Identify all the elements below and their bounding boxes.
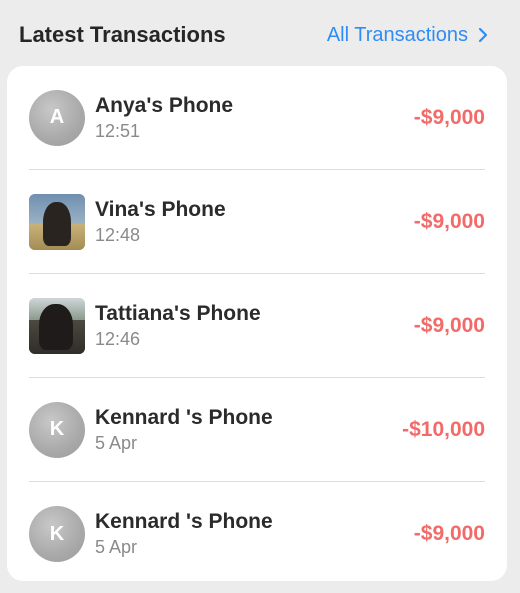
all-transactions-label: All Transactions: [326, 23, 468, 46]
avatar-photo: [29, 297, 85, 354]
transaction-name: Kennard 's Phone: [95, 510, 273, 533]
transaction-amount: -$9,000: [413, 209, 485, 233]
transactions-card: A Anya's Phone 12:51 -$9,000 Vina's Phon…: [7, 66, 507, 581]
transaction-amount: -$9,000: [413, 105, 485, 129]
transaction-info: Kennard 's Phone 5 Apr: [95, 509, 414, 559]
transaction-time: 12:46: [95, 328, 141, 349]
avatar: A: [29, 89, 85, 146]
transaction-row[interactable]: Vina's Phone 12:48 -$9,000: [29, 170, 485, 274]
transaction-row[interactable]: K Kennard 's Phone 5 Apr -$9,000: [29, 482, 485, 586]
transaction-amount: -$9,000: [413, 313, 485, 337]
transaction-time: 5 Apr: [95, 432, 138, 453]
transaction-name: Anya's Phone: [95, 93, 234, 117]
transaction-row[interactable]: A Anya's Phone 12:51 -$9,000: [29, 66, 485, 170]
transaction-time: 12:48: [95, 224, 141, 245]
transaction-name: Vina's Phone: [95, 197, 226, 221]
transaction-row[interactable]: Tattiana's Phone 12:46 -$9,000: [29, 274, 485, 378]
chevron-right-icon: [478, 27, 488, 43]
transaction-name: Tattiana's Phone: [95, 301, 261, 325]
avatar: K: [29, 506, 85, 562]
transaction-info: Anya's Phone 12:51: [95, 93, 414, 143]
transaction-amount: -$10,000: [402, 417, 485, 441]
transaction-time: 12:51: [95, 120, 141, 141]
transaction-list: A Anya's Phone 12:51 -$9,000 Vina's Phon…: [29, 66, 485, 581]
transaction-name: Kennard 's Phone: [95, 405, 273, 429]
transaction-info: Vina's Phone 12:48: [95, 197, 414, 247]
all-transactions-link[interactable]: All Transactions: [327, 24, 490, 47]
avatar: K: [29, 401, 85, 458]
transactions-header: Latest Transactions All Transactions: [19, 18, 490, 52]
avatar-photo: [29, 193, 85, 250]
transaction-time: 5 Apr: [95, 537, 138, 557]
section-title: Latest Transactions: [19, 22, 226, 47]
transaction-info: Tattiana's Phone 12:46: [95, 301, 414, 351]
transaction-amount: -$9,000: [413, 522, 485, 545]
transaction-info: Kennard 's Phone 5 Apr: [95, 405, 402, 455]
transaction-row[interactable]: K Kennard 's Phone 5 Apr -$10,000: [29, 378, 485, 482]
